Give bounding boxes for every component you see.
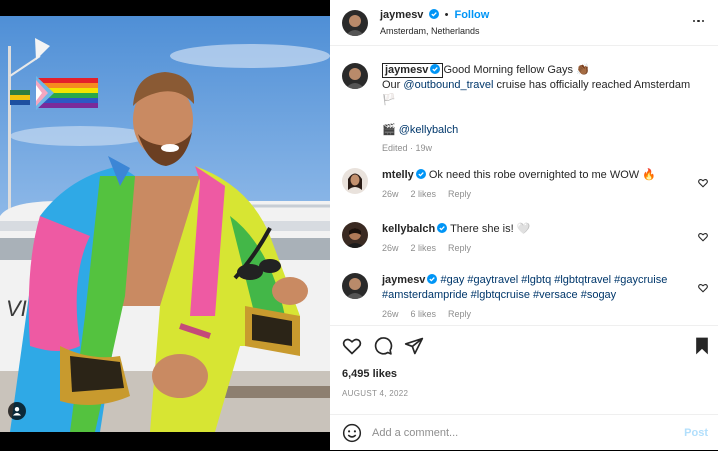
emoji-icon[interactable] [342,423,362,443]
add-comment-bar: Post [330,414,718,451]
more-options-icon[interactable] [692,15,706,29]
reply-button[interactable]: Reply [448,243,471,253]
comment-age: 26w [382,309,399,319]
comments-list: jaymesv Good Morning fellow Gays 👏🏾 Our @… [330,47,718,325]
user-tag-icon[interactable] [8,402,26,420]
verified-icon [437,223,448,233]
comment-body: mtelly Ok need this robe overnighted to … [382,168,698,202]
caption-text: jaymesv Good Morning fellow Gays 👏🏾 Our @… [382,63,698,156]
photo-area: VI [0,0,330,450]
caption-username-box[interactable]: jaymesv [382,63,444,78]
commenter-avatar[interactable] [342,168,368,194]
post-date[interactable]: AUGUST 4, 2022 [342,389,408,398]
post-modal: VI jaymesv • Follow Amsterdam, Netherlan… [0,0,718,450]
reply-button[interactable]: Reply [448,189,471,199]
caption-username[interactable]: jaymesv [385,64,428,76]
reply-button[interactable]: Reply [448,309,471,319]
post-header: jaymesv • Follow Amsterdam, Netherlands [330,0,718,46]
author-line: jaymesv • Follow [380,9,489,21]
add-comment-input[interactable] [372,423,652,443]
like-heart-icon[interactable] [342,336,362,356]
heart-icon[interactable] [698,178,708,188]
comment-text: Ok need this robe overnighted to me WOW … [428,169,656,181]
follow-button[interactable]: Follow [454,9,489,21]
comment-username[interactable]: jaymesv [382,274,425,286]
post-photo[interactable]: VI [0,16,330,432]
flag-emoji: 🏳️ [382,94,396,106]
comment-item: jaymesv #gay #gaytravel #lgbtq #lgbtqtra… [342,273,712,325]
bookmark-icon[interactable] [692,336,712,356]
verified-icon [430,64,441,74]
mention-outbound-travel[interactable]: @outbound_travel [403,79,493,91]
verified-icon [427,274,438,284]
post-details-panel: jaymesv • Follow Amsterdam, Netherlands … [330,0,718,450]
comment-body: kellybalch There she is! 🤍 26w 2 likes Rep… [382,222,698,256]
comment-likes[interactable]: 2 likes [411,189,437,199]
svg-text:VI: VI [6,296,27,321]
verified-icon [428,9,439,19]
comment-username[interactable]: mtelly [382,169,414,181]
clapper-emoji: 🎬 [382,124,396,136]
caption-avatar[interactable] [342,63,368,89]
comment-likes[interactable]: 2 likes [411,243,437,253]
likes-count[interactable]: 6,495 likes [342,368,397,380]
caption-edited: Edited · 19w [382,143,433,153]
caption-line-2-prefix: Our [382,79,404,91]
commenter-avatar[interactable] [342,273,368,299]
caption-line-2-suffix: cruise has officially reached Amsterdam [493,79,691,91]
author-username[interactable]: jaymesv [380,9,423,21]
comment-item: kellybalch There she is! 🤍 26w 2 likes Rep… [342,222,712,262]
post-actions: 6,495 likes AUGUST 4, 2022 Post [330,325,718,450]
heart-icon[interactable] [698,283,708,293]
comment-age: 26w [382,243,399,253]
post-comment-button[interactable]: Post [684,427,708,439]
comment-text: There she is! 🤍 [450,223,531,235]
heart-icon[interactable] [698,232,708,242]
commenter-avatar[interactable] [342,222,368,248]
verified-icon [415,169,426,179]
dot-separator: • [444,9,449,21]
comment-body: jaymesv #gay #gaytravel #lgbtq #lgbtqtra… [382,273,698,322]
comment-item: mtelly Ok need this robe overnighted to … [342,168,712,208]
location-link[interactable]: Amsterdam, Netherlands [380,26,480,36]
caption-line-1: Good Morning fellow Gays 👏🏾 [443,64,590,76]
comment-meta: 26w 6 likes Reply [382,307,698,322]
comment-likes[interactable]: 6 likes [411,309,437,319]
comment-meta: 26w 2 likes Reply [382,241,698,256]
mention-kellybalch[interactable]: @kellybalch [399,124,458,136]
share-icon[interactable] [404,336,424,356]
comment-icon[interactable] [373,336,393,356]
comment-age: 26w [382,189,399,199]
comment-meta: 26w 2 likes Reply [382,187,698,202]
author-avatar[interactable] [342,10,368,36]
caption: jaymesv Good Morning fellow Gays 👏🏾 Our @… [342,63,712,158]
comment-username[interactable]: kellybalch [382,223,435,235]
